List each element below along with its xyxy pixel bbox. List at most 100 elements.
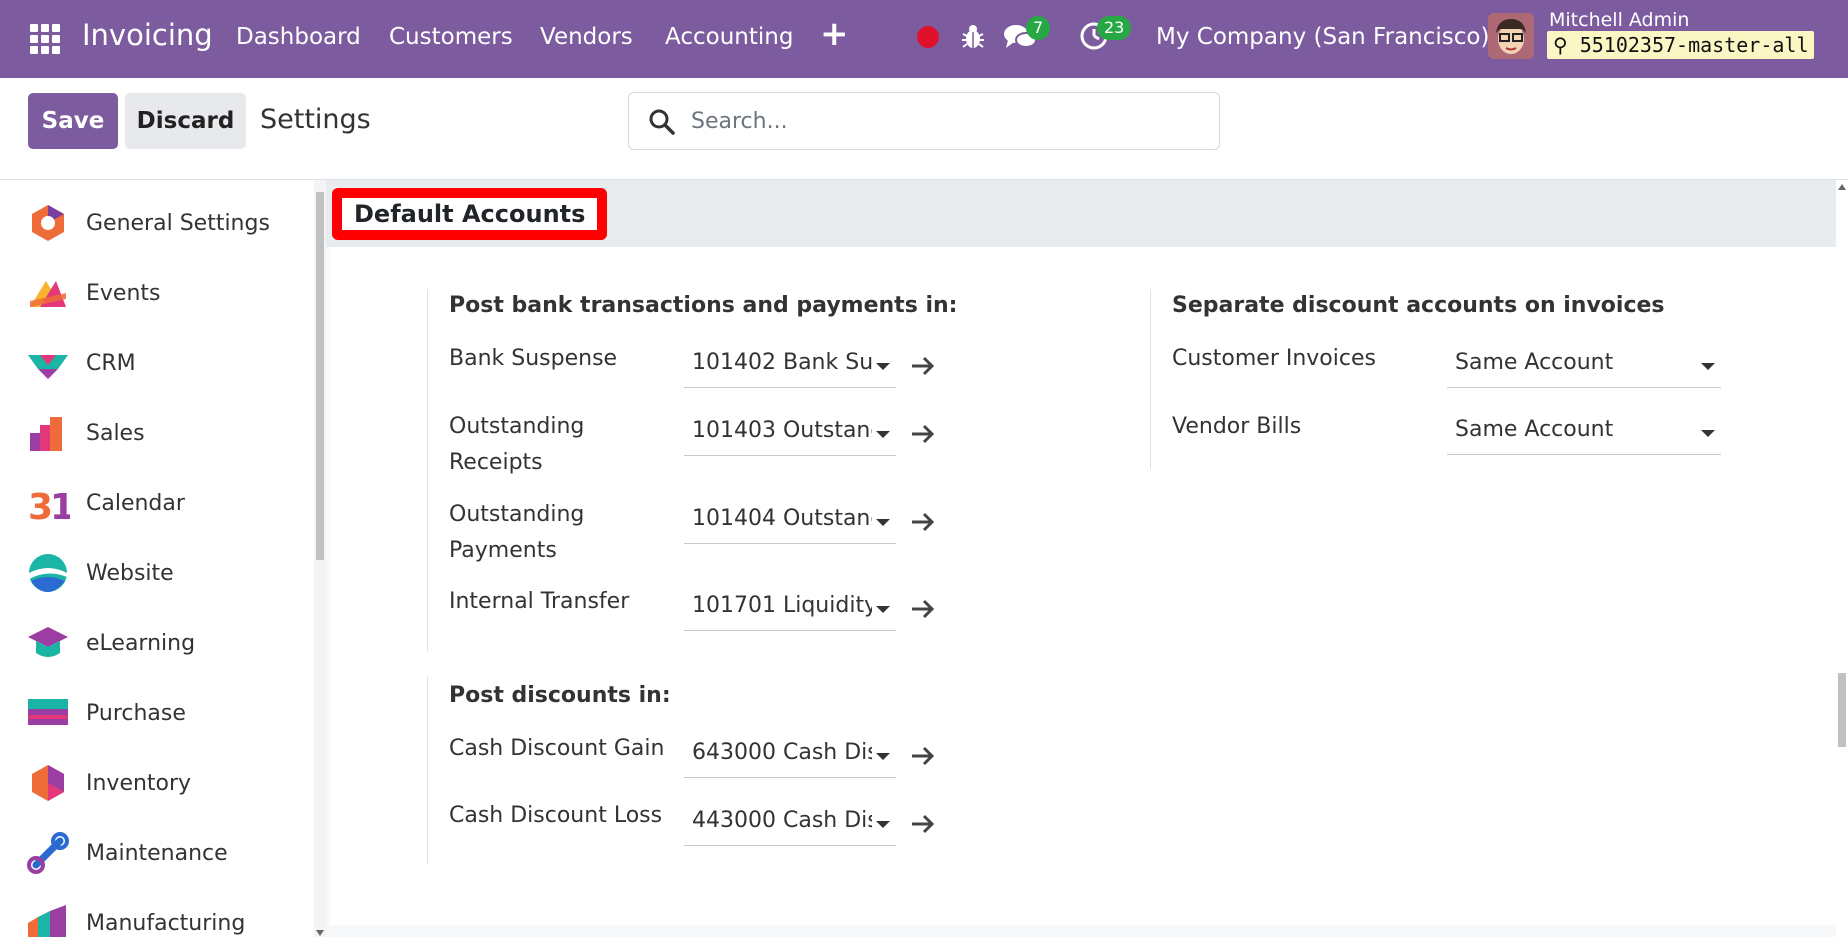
cash-discount-gain-select[interactable]: 643000 Cash Discount Gain (684, 734, 896, 778)
events-icon (30, 281, 66, 307)
sidebar-item-crm[interactable]: CRM (0, 328, 314, 398)
main-scrollbar-thumb[interactable] (1838, 673, 1846, 747)
dropdown-caret-icon (876, 519, 890, 526)
arrow-right-icon[interactable] (910, 598, 936, 620)
outstanding-payments-select[interactable]: 101404 Outstanding Payments (684, 500, 896, 544)
cash-discount-loss-select[interactable]: 443000 Cash Discount Loss (684, 802, 896, 846)
bank-suspense-label: Bank Suspense (449, 346, 618, 371)
purchase-icon (28, 699, 68, 725)
activities-badge: 23 (1097, 16, 1132, 40)
manufacturing-icon (28, 905, 66, 937)
section-body: Post bank transactions and payments in: … (330, 247, 1836, 925)
search-icon (649, 109, 675, 135)
sidebar-item-sales[interactable]: Sales (0, 398, 314, 468)
company-switcher[interactable]: My Company (San Francisco) (1156, 24, 1489, 50)
cash-discount-gain-label: Cash Discount Gain (449, 736, 665, 761)
discount-group-divider (427, 677, 428, 864)
dropdown-caret-icon (876, 431, 890, 438)
elearning-icon (28, 627, 68, 657)
section-title: Default Accounts (332, 188, 608, 240)
arrow-right-icon[interactable] (910, 813, 936, 835)
sidebar-item-calendar[interactable]: 3 1 Calendar (0, 468, 314, 538)
control-panel: Save Discard Settings (0, 78, 1848, 180)
outstanding-receipts-label-2: Receipts (449, 450, 543, 475)
search-box[interactable] (628, 92, 1220, 150)
save-button[interactable]: Save (28, 93, 118, 149)
database-icon: ⚲ (1553, 33, 1568, 57)
right-group-divider (1150, 289, 1151, 469)
outstanding-payments-label-2: Payments (449, 538, 557, 563)
internal-transfer-label: Internal Transfer (449, 589, 630, 614)
user-name[interactable]: Mitchell Admin (1549, 9, 1689, 31)
sidebar-item-purchase[interactable]: Purchase (0, 678, 314, 748)
arrow-right-icon[interactable] (910, 355, 936, 377)
sidebar-item-inventory[interactable]: Inventory (0, 748, 314, 818)
bug-icon[interactable] (960, 22, 986, 50)
outstanding-receipts-label-1: Outstanding (449, 414, 585, 439)
sidebar-scrollbar-thumb[interactable] (316, 192, 324, 560)
dropdown-caret-icon (876, 606, 890, 613)
arrow-right-icon[interactable] (910, 745, 936, 767)
cash-discount-loss-value: 443000 Cash Discount Loss (692, 808, 872, 833)
dropdown-caret-icon (876, 821, 890, 828)
sales-icon (30, 417, 62, 451)
bank-suspense-value: 101402 Bank Suspense (692, 350, 872, 375)
arrow-right-icon[interactable] (910, 423, 936, 445)
sidebar-item-label: CRM (86, 350, 136, 376)
main-scroll-up-icon[interactable] (1838, 184, 1846, 190)
bank-group-title: Post bank transactions and payments in: (449, 293, 958, 318)
outstanding-receipts-value: 101403 Outstanding Receipts (692, 418, 872, 443)
menu-vendors[interactable]: Vendors (540, 24, 633, 50)
crm-icon (28, 355, 68, 379)
discount-accounts-title: Separate discount accounts on invoices (1172, 293, 1665, 318)
app-name[interactable]: Invoicing (82, 18, 213, 52)
sidebar-item-maintenance[interactable]: Maintenance (0, 818, 314, 888)
internal-transfer-select[interactable]: 101701 Liquidity Transfer (684, 587, 896, 631)
sidebar-item-label: Maintenance (86, 840, 228, 866)
sidebar-item-events[interactable]: Events (0, 258, 314, 328)
settings-sidebar: General Settings Events CRM Sales 3 1 Ca… (0, 180, 314, 937)
dropdown-caret-icon (876, 753, 890, 760)
section-header: Default Accounts (326, 180, 1836, 247)
dropdown-caret-icon (876, 363, 890, 370)
maintenance-icon (27, 832, 69, 874)
page-title: Settings (260, 104, 371, 135)
outstanding-receipts-select[interactable]: 101403 Outstanding Receipts (684, 412, 896, 456)
sidebar-scroll-down-icon[interactable] (316, 930, 324, 936)
database-label: 55102357-master-all (1579, 33, 1809, 57)
menu-customers[interactable]: Customers (389, 24, 513, 50)
customer-invoices-label: Customer Invoices (1172, 346, 1376, 371)
sidebar-item-label: Sales (86, 420, 145, 446)
top-navbar: Invoicing Dashboard Customers Vendors Ac… (0, 0, 1848, 78)
sidebar-item-label: Inventory (86, 770, 192, 796)
general-settings-icon (32, 205, 64, 241)
website-icon (29, 554, 67, 592)
plus-icon[interactable]: + (820, 14, 849, 54)
sidebar-item-website[interactable]: Website (0, 538, 314, 608)
outstanding-payments-label-1: Outstanding (449, 502, 585, 527)
svg-text:1: 1 (50, 487, 70, 525)
cash-discount-gain-value: 643000 Cash Discount Gain (692, 740, 872, 765)
sidebar-item-elearning[interactable]: eLearning (0, 608, 314, 678)
arrow-right-icon[interactable] (910, 511, 936, 533)
sidebar-scrollbar[interactable] (314, 180, 326, 937)
sidebar-item-manufacturing[interactable]: Manufacturing (0, 888, 314, 937)
bank-suspense-select[interactable]: 101402 Bank Suspense (684, 344, 896, 388)
vendor-bills-value: Same Account (1455, 417, 1614, 442)
internal-transfer-value: 101701 Liquidity Transfer (692, 593, 872, 618)
main-scrollbar[interactable] (1836, 180, 1848, 937)
messages-badge: 7 (1026, 16, 1051, 40)
record-icon[interactable] (917, 26, 939, 48)
sidebar-item-label: General Settings (86, 210, 270, 236)
customer-invoices-value: Same Account (1455, 350, 1614, 375)
discount-group-title: Post discounts in: (449, 683, 671, 708)
apps-menu-icon[interactable] (30, 24, 60, 54)
sidebar-item-general-settings[interactable]: General Settings (0, 188, 314, 258)
vendor-bills-select[interactable]: Same Account (1447, 411, 1721, 455)
search-input[interactable] (691, 105, 1191, 137)
menu-dashboard[interactable]: Dashboard (236, 24, 361, 50)
customer-invoices-select[interactable]: Same Account (1447, 344, 1721, 388)
user-avatar[interactable] (1488, 13, 1534, 59)
menu-accounting[interactable]: Accounting (665, 24, 793, 50)
discard-button[interactable]: Discard (125, 93, 246, 149)
